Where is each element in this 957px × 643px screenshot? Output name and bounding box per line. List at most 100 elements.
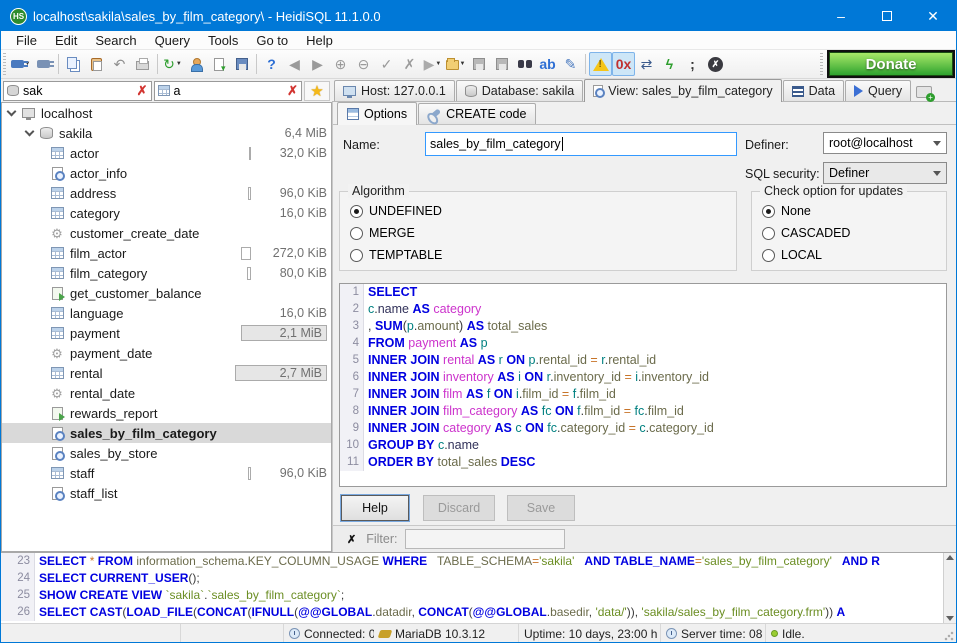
load-sql-file-icon[interactable]: ▼ (444, 52, 467, 76)
radio-button-icon[interactable] (350, 205, 363, 218)
subtab-create-code[interactable]: CREATE code (418, 103, 536, 124)
new-query-tab-icon[interactable] (916, 86, 932, 98)
expand-chevron-icon[interactable] (7, 107, 17, 117)
last-row-icon[interactable]: ▶ (306, 52, 329, 76)
radio-button-icon[interactable] (762, 227, 775, 240)
minimize-button[interactable]: – (818, 1, 864, 31)
export-database-icon[interactable] (207, 52, 230, 76)
maximize-button[interactable] (864, 1, 910, 31)
reformat-sql-icon[interactable]: ✎ (559, 52, 582, 76)
copy-icon[interactable] (62, 52, 85, 76)
toolbar-grip[interactable] (3, 53, 6, 75)
radio-check-option-none[interactable]: None (762, 200, 946, 222)
radio-button-icon[interactable] (350, 227, 363, 240)
menu-item-file[interactable]: File (7, 31, 46, 50)
query-log[interactable]: 23SELECT * FROM information_schema.KEY_C… (1, 552, 956, 623)
sql-security-select[interactable]: Definer (823, 162, 947, 184)
database-filter-input[interactable]: sak ✗ (3, 81, 152, 101)
help-button[interactable]: Help (341, 495, 409, 521)
subtab-options[interactable]: Options (337, 102, 417, 125)
menu-item-help[interactable]: Help (297, 31, 342, 50)
refresh-icon[interactable]: ↻▼ (161, 52, 184, 76)
dropdown-caret-icon[interactable]: ▼ (176, 61, 182, 67)
tab-host-127-0-0-1[interactable]: Host: 127.0.0.1 (334, 80, 455, 101)
tree-item-localhost[interactable]: localhost (2, 103, 331, 123)
save-sql-icon[interactable] (467, 52, 490, 76)
first-row-icon[interactable]: ◀ (283, 52, 306, 76)
undo-icon[interactable]: ↶ (108, 52, 131, 76)
reconnect-icon[interactable]: ϟ (658, 52, 681, 76)
user-manager-icon[interactable] (184, 52, 207, 76)
view-sql-editor[interactable]: 1SELECT2c.name AS category3, SUM(p.amoun… (339, 283, 947, 487)
clear-database-filter-icon[interactable]: ✗ (137, 83, 148, 99)
radio-algorithm-undefined[interactable]: UNDEFINED (350, 200, 736, 222)
replace-text-icon[interactable]: ab (536, 52, 559, 76)
save-button[interactable]: Save (507, 495, 575, 521)
disconnect-icon[interactable] (32, 52, 55, 76)
scroll-down-icon[interactable] (946, 616, 954, 621)
resize-grip[interactable] (944, 631, 954, 641)
tree-item-sales_by_film_category[interactable]: sales_by_film_category (2, 423, 331, 443)
tree-item-language[interactable]: language16,0 KiB (2, 303, 331, 323)
save-sql-as-icon[interactable] (490, 52, 513, 76)
delete-row-icon[interactable]: ⊖ (352, 52, 375, 76)
binary-as-hex-icon[interactable]: 0x (612, 52, 635, 76)
tree-item-sakila[interactable]: sakila6,4 MiB (2, 123, 331, 143)
log-scrollbar[interactable] (943, 553, 956, 623)
tree-item-sales_by_store[interactable]: sales_by_store (2, 443, 331, 463)
tree-item-get_customer_balance[interactable]: get_customer_balance (2, 283, 331, 303)
find-text-icon[interactable] (513, 52, 536, 76)
filter-input[interactable] (405, 529, 565, 549)
menu-item-edit[interactable]: Edit (46, 31, 86, 50)
execute-sql-icon[interactable]: ▶▼ (421, 52, 444, 76)
tree-item-rental_date[interactable]: ⚙rental_date (2, 383, 331, 403)
post-changes-icon[interactable]: ✓ (375, 52, 398, 76)
tab-view-sales-by-film-category[interactable]: View: sales_by_film_category (584, 79, 781, 102)
radio-check-option-local[interactable]: LOCAL (762, 244, 946, 266)
close-button[interactable]: ✕ (910, 1, 956, 31)
warnings-icon[interactable] (589, 52, 612, 76)
tree-item-customer_create_date[interactable]: ⚙customer_create_date (2, 223, 331, 243)
menu-item-search[interactable]: Search (86, 31, 145, 50)
tree-item-rewards_report[interactable]: rewards_report (2, 403, 331, 423)
tab-data[interactable]: Data (783, 80, 844, 101)
menu-item-tools[interactable]: Tools (199, 31, 247, 50)
tab-database-sakila[interactable]: Database: sakila (456, 80, 583, 101)
radio-button-icon[interactable] (762, 205, 775, 218)
table-filter-input[interactable]: a ✗ (154, 81, 303, 101)
indent-icon[interactable]: ⇄ (635, 52, 658, 76)
clear-table-filter-icon[interactable]: ✗ (287, 83, 298, 99)
radio-algorithm-merge[interactable]: MERGE (350, 222, 736, 244)
radio-algorithm-temptable[interactable]: TEMPTABLE (350, 244, 736, 266)
print-icon[interactable] (131, 52, 154, 76)
favorites-star-icon[interactable]: ★ (304, 81, 330, 101)
paste-icon[interactable] (85, 52, 108, 76)
tree-item-actor[interactable]: actor32,0 KiB (2, 143, 331, 163)
tree-item-payment[interactable]: payment2,1 MiB (2, 323, 331, 343)
dropdown-caret-icon[interactable]: ▼ (435, 61, 441, 67)
radio-button-icon[interactable] (762, 249, 775, 262)
menu-item-query[interactable]: Query (146, 31, 199, 50)
tree-item-staff_list[interactable]: staff_list (2, 483, 331, 503)
donate-button[interactable]: Donate (829, 52, 953, 76)
help-icon[interactable]: ? (260, 52, 283, 76)
tab-query[interactable]: Query (845, 80, 911, 101)
menu-item-go-to[interactable]: Go to (247, 31, 297, 50)
tree-item-payment_date[interactable]: ⚙payment_date (2, 343, 331, 363)
stop-icon[interactable]: ✗ (704, 52, 727, 76)
tree-item-staff[interactable]: staff96,0 KiB (2, 463, 331, 483)
cancel-editing-icon[interactable]: ✗ (398, 52, 421, 76)
close-filter-icon[interactable]: ✗ (347, 533, 356, 546)
scroll-up-icon[interactable] (946, 555, 954, 560)
tree-item-actor_info[interactable]: actor_info (2, 163, 331, 183)
definer-select[interactable]: root@localhost (823, 132, 947, 154)
insert-row-icon[interactable]: ⊕ (329, 52, 352, 76)
tree-item-rental[interactable]: rental2,7 MiB (2, 363, 331, 383)
expand-chevron-icon[interactable] (25, 127, 35, 137)
view-name-input[interactable]: sales_by_film_category (425, 132, 737, 156)
session-manager-icon[interactable]: ▼ (9, 52, 32, 76)
tree-item-address[interactable]: address96,0 KiB (2, 183, 331, 203)
save-snippet-icon[interactable] (230, 52, 253, 76)
delimiter-icon[interactable]: ; (681, 52, 704, 76)
toolbar-grip[interactable] (820, 53, 823, 75)
